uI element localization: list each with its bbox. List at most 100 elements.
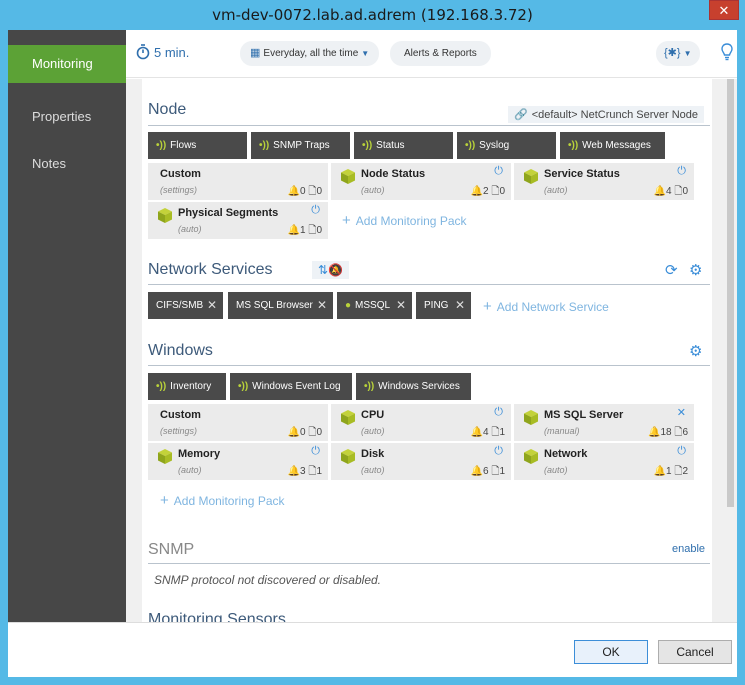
node-chip-snmp-traps[interactable]: •)) SNMP Traps (251, 132, 350, 159)
add-network-service-link[interactable]: + Add Network Service (483, 298, 609, 315)
code-dropdown[interactable]: {✱} ▼ (656, 41, 700, 66)
close-icon[interactable]: ✕ (709, 0, 739, 20)
sidebar-item-properties[interactable]: Properties (8, 98, 126, 136)
windows-chip-services[interactable]: •)) Windows Services (356, 373, 471, 400)
bell-icon: 🔔 (287, 225, 301, 236)
windows-chip-inventory[interactable]: •)) Inventory (148, 373, 226, 400)
windows-chip-event-log[interactable]: •)) Windows Event Log (230, 373, 352, 400)
cancel-button[interactable]: Cancel (658, 640, 732, 664)
node-chip-status[interactable]: •)) Status (354, 132, 453, 159)
notifications-muted-icon[interactable]: ⇅🔕 (312, 261, 349, 279)
bell-icon: 🔔 (653, 186, 667, 197)
window-title: vm-dev-0072.lab.ad.adrem (192.168.3.72) (212, 6, 533, 24)
sensors-count: 1 (499, 466, 505, 477)
sensors-count: 0 (316, 186, 322, 197)
remove-icon[interactable]: ✕ (455, 292, 465, 319)
add-pack-label: Add Monitoring Pack (173, 494, 285, 508)
snmp-enable-link[interactable]: enable (672, 543, 705, 555)
node-template-tag[interactable]: 🔗 <default> NetCrunch Server Node (508, 106, 705, 123)
chip-label: Syslog (479, 140, 510, 151)
card-name: CPU (361, 409, 385, 421)
plus-icon: + (483, 298, 492, 315)
link-icon: 🔗 (514, 109, 528, 121)
monitoring-content[interactable]: Node 🔗 <default> NetCrunch Server Node •)… (126, 79, 724, 622)
node-chip-flows[interactable]: •)) Flows (148, 132, 247, 159)
power-icon[interactable]: ⏻ (311, 204, 320, 217)
windows-card-disk[interactable]: Disk (auto) ⏻ 🔔6 🗋1 (331, 443, 511, 480)
power-icon[interactable]: ⏻ (494, 165, 503, 178)
node-card-service-status[interactable]: Service Status (auto) ⏻ 🔔4 🗋0 (514, 163, 694, 200)
vertical-scrollbar[interactable] (724, 79, 737, 622)
remove-icon[interactable]: ✕ (677, 406, 686, 419)
card-name: Network (544, 448, 588, 460)
remove-icon[interactable]: ✕ (317, 292, 327, 319)
sidebar-item-monitoring[interactable]: Monitoring (8, 45, 135, 83)
interval-selector[interactable]: 5 min. (136, 44, 189, 63)
power-icon[interactable]: ⏻ (494, 445, 503, 458)
signal-icon: •)) (156, 140, 167, 151)
alerts-count: 4 (666, 186, 672, 197)
card-name: Disk (361, 448, 385, 460)
alerts-reports-button[interactable]: Alerts & Reports (390, 41, 491, 66)
windows-card-memory[interactable]: Memory (auto) ⏻ 🔔3 🗋1 (148, 443, 328, 480)
sensors-count: 1 (316, 466, 322, 477)
gear-icon[interactable]: ⚙ (689, 342, 702, 360)
windows-card-cpu[interactable]: CPU (auto) ⏻ 🔔4 🗋1 (331, 404, 511, 441)
chip-label: CIFS/SMB (156, 300, 204, 311)
gear-icon[interactable]: ⚙ (689, 261, 702, 279)
node-chip-web-messages[interactable]: •)) Web Messages (560, 132, 665, 159)
bell-icon: 🔔 (287, 186, 301, 197)
card-sub: (auto) (361, 185, 385, 195)
service-chip-mssql[interactable]: ● MSSQL ✕ (337, 292, 412, 319)
chip-label: PING (424, 300, 449, 311)
cube-icon (341, 169, 355, 184)
dialog-footer: OK Cancel (8, 622, 737, 677)
card-name: Physical Segments (178, 207, 279, 219)
power-icon[interactable]: ⏻ (677, 165, 686, 178)
sensors-count: 2 (682, 466, 688, 477)
signal-icon: •)) (362, 140, 373, 151)
service-chip-cifs-smb[interactable]: CIFS/SMB ✕ (148, 292, 223, 319)
window-titlebar: vm-dev-0072.lab.ad.adrem (192.168.3.72) … (0, 0, 745, 30)
card-sub: (auto) (361, 465, 385, 475)
card-name: Custom (160, 409, 201, 421)
cube-icon (524, 169, 538, 184)
windows-card-custom[interactable]: Custom (settings) 🔔0 🗋0 (148, 404, 328, 441)
chevron-down-icon: ▼ (361, 49, 370, 58)
node-card-custom[interactable]: Custom (settings) 🔔0 🗋0 (148, 163, 328, 200)
scrollbar-thumb[interactable] (727, 79, 734, 507)
card-sub: (manual) (544, 426, 580, 436)
node-card-node-status[interactable]: Node Status (auto) ⏻ 🔔2 🗋0 (331, 163, 511, 200)
card-name: Service Status (544, 168, 620, 180)
node-card-physical-segments[interactable]: Physical Segments (auto) ⏻ 🔔1 🗋0 (148, 202, 328, 239)
service-chip-ms-sql-browser[interactable]: MS SQL Browser ✕ (228, 292, 333, 319)
lightbulb-icon[interactable] (721, 43, 733, 66)
service-chip-ping[interactable]: PING ✕ (416, 292, 471, 319)
remove-icon[interactable]: ✕ (396, 292, 406, 319)
card-sub: (auto) (178, 465, 202, 475)
windows-add-monitoring-pack-link[interactable]: + Add Monitoring Pack (160, 492, 285, 509)
section-divider (148, 365, 710, 366)
sidebar-item-notes[interactable]: Notes (8, 145, 126, 183)
alerts-count: 18 (660, 427, 672, 438)
power-icon[interactable]: ⏻ (311, 445, 320, 458)
remove-icon[interactable]: ✕ (207, 292, 217, 319)
signal-icon: •)) (568, 140, 579, 151)
bell-icon: 🔔 (470, 427, 484, 438)
windows-card-network[interactable]: Network (auto) ⏻ 🔔1 🗋2 (514, 443, 694, 480)
refresh-icon[interactable]: ⟳ (665, 261, 678, 279)
power-icon[interactable]: ⏻ (677, 445, 686, 458)
cube-icon (341, 410, 355, 425)
power-icon[interactable]: ⏻ (494, 406, 503, 419)
card-counts: 🔔1 🗋2 (654, 464, 688, 481)
alerts-count: 3 (300, 466, 306, 477)
sensors-count: 0 (682, 186, 688, 197)
windows-card-ms-sql-server[interactable]: MS SQL Server (manual) ✕ 🔔18 🗋6 (514, 404, 694, 441)
alerts-count: 0 (300, 186, 306, 197)
schedule-dropdown[interactable]: ▦ Everyday, all the time ▼ (240, 41, 380, 66)
calendar-icon: ▦ (250, 47, 261, 59)
node-add-monitoring-pack-link[interactable]: + Add Monitoring Pack (342, 212, 467, 229)
ok-button[interactable]: OK (574, 640, 648, 664)
card-name: Custom (160, 168, 201, 180)
node-chip-syslog[interactable]: •)) Syslog (457, 132, 556, 159)
